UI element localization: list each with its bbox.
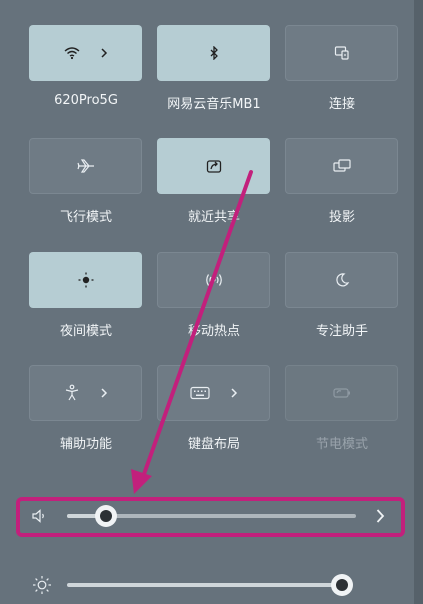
hotspot-icon xyxy=(205,272,223,288)
battery-saver-icon xyxy=(332,386,352,400)
night-light-icon xyxy=(77,271,95,289)
keyboard-layout-tile[interactable] xyxy=(157,365,270,421)
tile-label-accessibility: 辅助功能 xyxy=(59,437,112,452)
airplane-tile[interactable] xyxy=(29,138,142,194)
night-light-tile[interactable] xyxy=(29,252,142,308)
project-tile[interactable] xyxy=(285,138,398,194)
tile-label-airplane: 飞行模式 xyxy=(59,210,112,225)
tile-label-hotspot: 移动热点 xyxy=(187,324,240,339)
battery-saver-tile xyxy=(285,365,398,421)
tile-label-keyboard-layout: 键盘布局 xyxy=(187,437,240,452)
wifi-icon xyxy=(64,46,80,60)
panel-edge xyxy=(414,0,423,604)
tile-label-nearby-share: 就近共享 xyxy=(187,210,240,225)
brightness-slider-row xyxy=(19,569,405,601)
focus-assist-tile[interactable] xyxy=(285,252,398,308)
project-icon xyxy=(332,159,351,173)
tile-label-battery-saver: 节电模式 xyxy=(315,437,368,452)
accessibility-tile[interactable] xyxy=(29,365,142,421)
brightness-thumb[interactable] xyxy=(331,574,353,596)
nearby-share-tile[interactable] xyxy=(157,138,270,194)
bluetooth-icon xyxy=(209,46,219,60)
cast-icon xyxy=(334,45,350,61)
moon-icon xyxy=(334,272,350,288)
brightness-track-fill[interactable] xyxy=(67,583,342,587)
airplane-icon xyxy=(76,159,95,173)
wifi-tile[interactable] xyxy=(29,25,142,81)
tile-label-project: 投影 xyxy=(328,210,355,225)
chevron-right-icon[interactable] xyxy=(100,387,108,399)
chevron-right-icon[interactable] xyxy=(100,47,108,59)
accessibility-icon xyxy=(64,384,80,402)
annotation-highlight-box xyxy=(16,497,405,537)
tile-label-cast: 连接 xyxy=(328,97,355,112)
keyboard-icon xyxy=(189,386,210,400)
tile-label-bluetooth: 网易云音乐MB1 xyxy=(167,97,261,112)
bluetooth-tile[interactable] xyxy=(157,25,270,81)
tile-label-focus-assist: 专注助手 xyxy=(315,324,368,339)
tile-label-night-light: 夜间模式 xyxy=(59,324,112,339)
hotspot-tile[interactable] xyxy=(157,252,270,308)
chevron-right-icon[interactable] xyxy=(230,387,238,399)
share-icon xyxy=(206,158,222,174)
sun-icon xyxy=(32,575,52,599)
cast-tile[interactable] xyxy=(285,25,398,81)
tile-label-wifi: 620Pro5G xyxy=(54,93,118,108)
